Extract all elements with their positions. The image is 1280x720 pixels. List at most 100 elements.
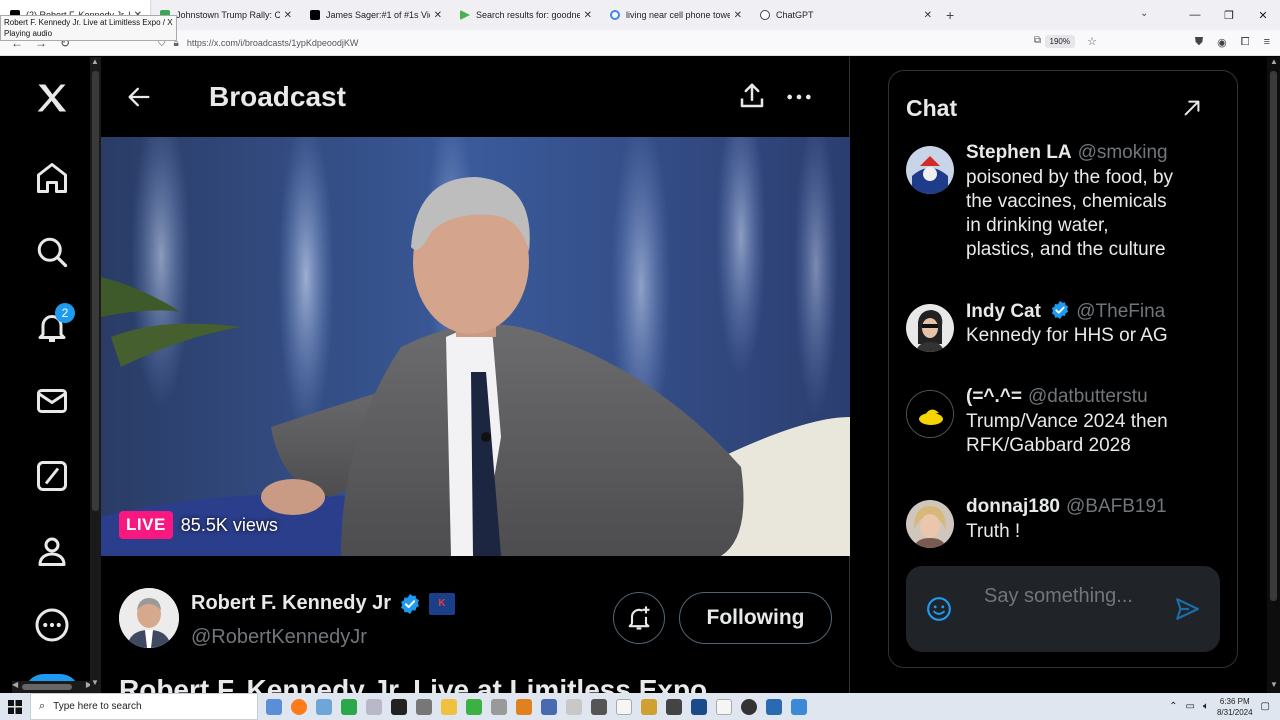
terminal-icon[interactable]: [391, 698, 407, 715]
url-text[interactable]: https://x.com/i/broadcasts/1ypKdpeoodjKW: [187, 38, 359, 48]
more-icon[interactable]: [32, 605, 72, 645]
chat-avatar[interactable]: [906, 390, 954, 438]
network-icon[interactable]: ▭: [1186, 701, 1195, 712]
avatar[interactable]: [119, 588, 179, 648]
chat-input[interactable]: Say something...: [984, 582, 1134, 611]
tab-label: James Sager:#1 of #1s Video Ga...: [326, 10, 430, 20]
app-icon[interactable]: [416, 698, 432, 715]
affiliate-badge: K: [429, 592, 456, 615]
screenshot-icon[interactable]: ⧉: [1034, 35, 1041, 46]
close-tab-icon[interactable]: ✕: [584, 10, 592, 21]
app-icon[interactable]: [491, 698, 507, 715]
chat-author-name[interactable]: Stephen LA: [966, 142, 1072, 163]
page-scrollbar[interactable]: ▲ ▼: [1267, 57, 1280, 693]
close-tab-icon[interactable]: ✕: [284, 10, 292, 21]
messages-icon[interactable]: [32, 381, 72, 421]
scroll-thumb[interactable]: [22, 684, 72, 690]
chat-author-handle[interactable]: @TheFina: [1076, 301, 1165, 322]
x-logo-icon[interactable]: [32, 78, 72, 118]
menu-icon[interactable]: ≡: [1264, 36, 1270, 49]
app-icon[interactable]: [366, 698, 382, 715]
account-icon[interactable]: ◉: [1217, 36, 1227, 49]
close-tab-icon[interactable]: ✕: [734, 10, 742, 21]
tab-google-search[interactable]: living near cell phone towers - G... ✕: [600, 0, 750, 30]
app-icon[interactable]: [766, 698, 782, 715]
app-icon[interactable]: [691, 698, 707, 715]
file-explorer-icon[interactable]: [441, 698, 457, 715]
subscribe-notifications-button[interactable]: [613, 592, 665, 644]
new-tab-icon[interactable]: +: [946, 7, 954, 23]
back-arrow-icon[interactable]: [125, 83, 153, 116]
app-icon[interactable]: [591, 698, 607, 715]
notepad-icon[interactable]: [616, 698, 632, 715]
more-options-icon[interactable]: [785, 83, 813, 116]
windows-start-icon[interactable]: [0, 693, 30, 720]
chat-author-handle[interactable]: @smoking: [1078, 142, 1168, 163]
horizontal-scrollbar[interactable]: ◀ ▶: [12, 680, 92, 693]
close-tab-icon[interactable]: ✕: [924, 10, 932, 21]
emoji-icon[interactable]: [926, 596, 952, 627]
restore-icon[interactable]: ❐: [1212, 9, 1246, 22]
chat-author-handle[interactable]: @datbutterstu: [1028, 386, 1148, 407]
list-all-tabs-icon[interactable]: ⌄: [1140, 8, 1148, 19]
nav-scrollbar[interactable]: ▲ ▼: [90, 57, 101, 693]
tray-overflow-icon[interactable]: ⌃: [1169, 701, 1177, 712]
profile-icon[interactable]: [32, 531, 72, 571]
chat-author-handle[interactable]: @BAFB191: [1066, 496, 1167, 517]
taskbar-search[interactable]: ⌕ Type here to search: [30, 693, 258, 720]
chat-author-name[interactable]: donnaj180: [966, 496, 1060, 517]
app-icon[interactable]: [741, 698, 757, 715]
scroll-up-icon[interactable]: ▲: [91, 57, 99, 66]
app-icon[interactable]: [341, 698, 357, 715]
bookmark-star-icon[interactable]: ☆: [1087, 35, 1097, 48]
app-icon[interactable]: [516, 698, 532, 715]
close-tab-icon[interactable]: ✕: [434, 10, 442, 21]
chat-avatar[interactable]: [906, 304, 954, 352]
app-icon[interactable]: [791, 698, 807, 715]
search-icon[interactable]: [32, 232, 72, 272]
scroll-down-icon[interactable]: ▼: [91, 678, 99, 687]
address-bar[interactable]: ⛉ 🔒︎ https://x.com/i/broadcasts/1ypKdpeo…: [158, 33, 1103, 53]
app-icon[interactable]: [566, 698, 582, 715]
task-view-icon[interactable]: [266, 698, 282, 715]
app-icon[interactable]: [666, 698, 682, 715]
app-icon[interactable]: [716, 698, 732, 715]
grok-icon[interactable]: [32, 456, 72, 496]
volume-icon[interactable]: 🔈︎: [1203, 701, 1209, 712]
zoom-level[interactable]: 190%: [1044, 35, 1075, 48]
clock[interactable]: 6:36 PM 8/31/2024: [1217, 696, 1253, 718]
scroll-left-icon[interactable]: ◀: [12, 680, 18, 689]
notifications-center-icon[interactable]: ▢: [1261, 701, 1270, 712]
popout-arrow-icon[interactable]: [1181, 97, 1203, 124]
extensions-icon[interactable]: ⧠: [1241, 36, 1250, 49]
video-player[interactable]: LIVE 85.5K views: [101, 137, 850, 556]
chat-avatar[interactable]: [906, 500, 954, 548]
tab-james-sager[interactable]: James Sager:#1 of #1s Video Ga... ✕: [300, 0, 450, 30]
verified-badge-icon: [1052, 300, 1069, 320]
minimize-icon[interactable]: —: [1178, 9, 1212, 21]
host-name-row[interactable]: Robert F. Kennedy Jr K: [191, 592, 456, 615]
host-handle[interactable]: @RobertKennedyJr: [191, 626, 367, 649]
share-icon[interactable]: [737, 81, 767, 116]
app-icon[interactable]: [541, 698, 557, 715]
app-icon[interactable]: [466, 698, 482, 715]
chat-author-name[interactable]: (=^.^=: [966, 386, 1022, 407]
host-name[interactable]: Robert F. Kennedy Jr: [191, 592, 391, 615]
tab-chatgpt[interactable]: ChatGPT ✕: [750, 0, 940, 30]
app-icon[interactable]: [316, 698, 332, 715]
scroll-thumb[interactable]: [1270, 71, 1277, 601]
chat-avatar[interactable]: [906, 146, 954, 194]
close-window-icon[interactable]: ✕: [1246, 9, 1280, 22]
send-icon[interactable]: [1174, 596, 1200, 627]
app-icon[interactable]: [641, 698, 657, 715]
tab-search-results[interactable]: Search results for: goodnewsjim... ✕: [450, 0, 600, 30]
scroll-thumb[interactable]: [92, 71, 99, 511]
firefox-icon[interactable]: [291, 698, 307, 715]
chat-author-name[interactable]: Indy Cat: [966, 301, 1041, 322]
pocket-icon[interactable]: ⛊: [1195, 36, 1203, 49]
scroll-down-icon[interactable]: ▼: [1270, 680, 1278, 689]
scroll-up-icon[interactable]: ▲: [1270, 57, 1278, 66]
following-button[interactable]: Following: [679, 592, 832, 644]
taskbar-search-placeholder: Type here to search: [53, 701, 142, 712]
home-icon[interactable]: [32, 158, 72, 198]
